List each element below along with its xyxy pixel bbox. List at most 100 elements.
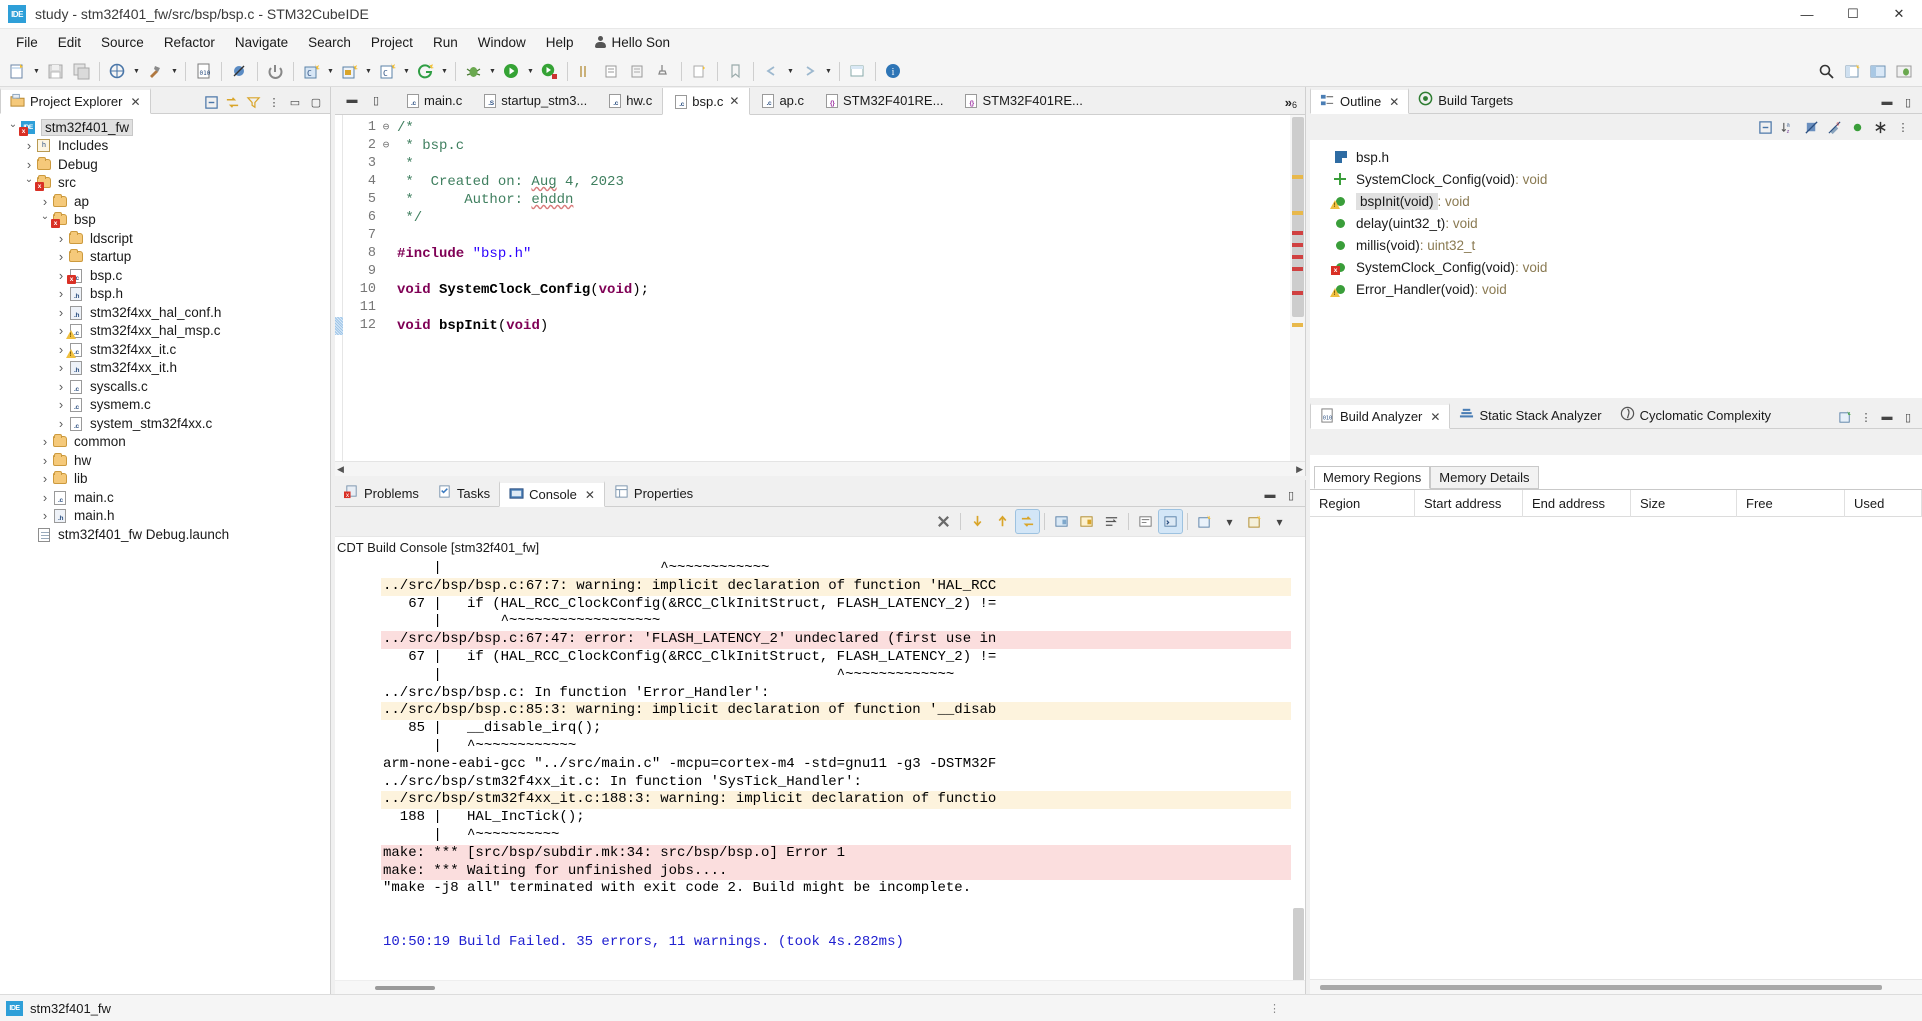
tree-item-debug[interactable]: Debug: [0, 155, 330, 174]
tab-build-targets[interactable]: Build Targets: [1409, 87, 1523, 113]
outline-item[interactable]: x SystemClock_Config(void) : void: [1310, 256, 1922, 278]
filter-macros-icon[interactable]: [1871, 118, 1889, 136]
tab-outline[interactable]: Outline ✕: [1310, 88, 1410, 114]
tree-item-hw[interactable]: hw: [0, 451, 330, 470]
perspective-debug-icon[interactable]: [1892, 59, 1917, 84]
scroll-right-icon[interactable]: ▶: [1296, 464, 1303, 475]
tree-item-sysmem-c[interactable]: .c sysmem.c: [0, 396, 330, 415]
tree-item-ldscript[interactable]: ldscript: [0, 229, 330, 248]
tree-item-stm32f401-fw-debug-launch[interactable]: stm32f401_fw Debug.launch: [0, 525, 330, 544]
tree-item-ap[interactable]: ap: [0, 192, 330, 211]
user-account-button[interactable]: Hello Son: [584, 31, 681, 54]
back-dropdown-icon[interactable]: ▼: [785, 59, 796, 84]
tree-item-stm32f4xx-hal-msp-c[interactable]: .c stm32f4xx_hal_msp.c: [0, 322, 330, 341]
outline-minimize-icon[interactable]: ▬: [1878, 93, 1896, 111]
menu-navigate[interactable]: Navigate: [225, 31, 298, 54]
tree-item-stm32f4xx-it-c[interactable]: .c stm32f4xx_it.c: [0, 340, 330, 359]
build-project-icon[interactable]: [105, 59, 130, 84]
overview-mark-error[interactable]: [1292, 291, 1303, 295]
outline-item[interactable]: bsp.h: [1310, 146, 1922, 168]
view-menu-icon[interactable]: ⋮: [265, 93, 283, 111]
console-dropdown-icon[interactable]: ▾: [1218, 510, 1241, 533]
chevron-right-icon[interactable]: [54, 249, 68, 264]
save-icon[interactable]: [43, 59, 68, 84]
outline-item[interactable]: millis(void) : uint32_t: [1310, 234, 1922, 256]
chevron-right-icon[interactable]: [38, 508, 52, 523]
editor-minimize-icon[interactable]: ▬: [343, 91, 361, 109]
tree-item-system-stm32f4xx-c[interactable]: .c system_stm32f4xx.c: [0, 414, 330, 433]
chevron-right-icon[interactable]: [54, 397, 68, 412]
perspective-cdt-icon[interactable]: [1866, 59, 1891, 84]
display-selected-console-icon[interactable]: [1134, 510, 1157, 533]
minimize-button[interactable]: —: [1784, 0, 1830, 29]
show-console-on-output-icon[interactable]: [1015, 509, 1040, 534]
menu-run[interactable]: Run: [423, 31, 468, 54]
overview-mark-error[interactable]: [1292, 267, 1303, 271]
next-annotation-icon[interactable]: [599, 59, 624, 84]
tree-item-startup[interactable]: startup: [0, 248, 330, 267]
editor-tab-hw-c[interactable]: .c hw.c: [597, 87, 662, 114]
chevron-right-icon[interactable]: [38, 490, 52, 505]
console-menu-icon[interactable]: [1243, 510, 1266, 533]
close-icon[interactable]: ✕: [1389, 95, 1399, 109]
console-scroll-thumb[interactable]: [1293, 908, 1304, 980]
column-header[interactable]: Region: [1310, 489, 1415, 517]
console-horizontal-scrollbar[interactable]: [335, 980, 1305, 994]
tab-build-analyzer[interactable]: 010 Build Analyzer ✕: [1310, 403, 1451, 429]
analyzer-horizontal-scrollbar[interactable]: [1310, 979, 1922, 994]
editor-maximize-icon[interactable]: ▯: [367, 91, 385, 109]
forward-icon[interactable]: [797, 59, 822, 84]
close-icon[interactable]: ✕: [585, 488, 595, 502]
console-hscroll-thumb[interactable]: [375, 986, 435, 990]
column-header[interactable]: Size: [1631, 489, 1737, 517]
tree-item-stm32f4xx-hal-conf-h[interactable]: .h stm32f4xx_hal_conf.h: [0, 303, 330, 322]
build-hammer-dropdown-icon[interactable]: ▼: [169, 59, 180, 84]
tab-properties[interactable]: Properties: [604, 480, 703, 506]
debug-config-dropdown-icon[interactable]: ▼: [325, 59, 336, 84]
editor-marker-gutter[interactable]: [335, 115, 343, 461]
tree-item-main-c[interactable]: .c main.c: [0, 488, 330, 507]
chevron-right-icon[interactable]: [54, 286, 68, 301]
collapse-all-icon[interactable]: [1756, 118, 1774, 136]
outline-tree[interactable]: bsp.hSystemClock_Config(void) : voidbspI…: [1310, 140, 1922, 398]
search-icon[interactable]: [1814, 59, 1839, 84]
source-code-text[interactable]: /* * bsp.c * * Created on: Aug 4, 2023 *…: [393, 115, 1305, 461]
editor-vertical-scrollbar[interactable]: [1290, 115, 1305, 461]
new-file-icon[interactable]: [5, 59, 30, 84]
editor-tab-bsp-c[interactable]: .c bsp.c ✕: [662, 88, 751, 115]
tab-project-explorer[interactable]: Project Explorer ✕: [0, 88, 151, 114]
bottom-maximize-icon[interactable]: ▯: [1282, 486, 1300, 504]
scroll-lock-down-icon[interactable]: [966, 510, 989, 533]
analyzer-maximize-icon[interactable]: ▯: [1899, 408, 1917, 426]
tree-item-main-h[interactable]: .h main.h: [0, 507, 330, 526]
terminate-icon[interactable]: [263, 59, 288, 84]
run-config-icon[interactable]: [337, 59, 362, 84]
chevron-right-icon[interactable]: [38, 471, 52, 486]
outline-item[interactable]: bspInit(void) : void: [1310, 190, 1922, 212]
generate-code-icon[interactable]: [413, 59, 438, 84]
console-output-text[interactable]: | ^~~~~~~~~~~~~ ../src/bsp/bsp.c:67:7: wa…: [381, 558, 1305, 980]
chevron-right-icon[interactable]: [22, 157, 36, 172]
tree-item-src[interactable]: xsrc: [0, 174, 330, 193]
tab-cyclomatic-complexity[interactable]: Cyclomatic Complexity: [1610, 402, 1781, 428]
chevron-right-icon[interactable]: [38, 434, 52, 449]
bottom-minimize-icon[interactable]: ▬: [1261, 486, 1279, 504]
tab-static-stack-analyzer[interactable]: Static Stack Analyzer: [1450, 402, 1611, 428]
hide-static-icon[interactable]: s: [1825, 118, 1843, 136]
build-hammer-icon[interactable]: [143, 59, 168, 84]
console-vertical-scrollbar[interactable]: [1291, 558, 1305, 980]
tab-console[interactable]: Console ✕: [499, 481, 605, 507]
tree-item-stm32f401-fw[interactable]: IDExstm32f401_fw: [0, 118, 330, 137]
menu-window[interactable]: Window: [468, 31, 536, 54]
maximize-icon[interactable]: ▢: [307, 93, 325, 111]
debug-dropdown-icon[interactable]: ▼: [487, 59, 498, 84]
console-menu-dropdown-icon[interactable]: ▾: [1268, 510, 1291, 533]
editor-tab-startup-stm3-[interactable]: .S startup_stm3...: [472, 87, 597, 114]
binary-icon[interactable]: 010: [191, 59, 216, 84]
column-header[interactable]: End address: [1523, 489, 1631, 517]
forward-dropdown-icon[interactable]: ▼: [823, 59, 834, 84]
outline-item[interactable]: delay(uint32_t) : void: [1310, 212, 1922, 234]
tab-problems[interactable]: x Problems: [335, 480, 428, 506]
overview-mark-warning[interactable]: [1292, 211, 1303, 215]
chevron-right-icon[interactable]: [54, 231, 68, 246]
